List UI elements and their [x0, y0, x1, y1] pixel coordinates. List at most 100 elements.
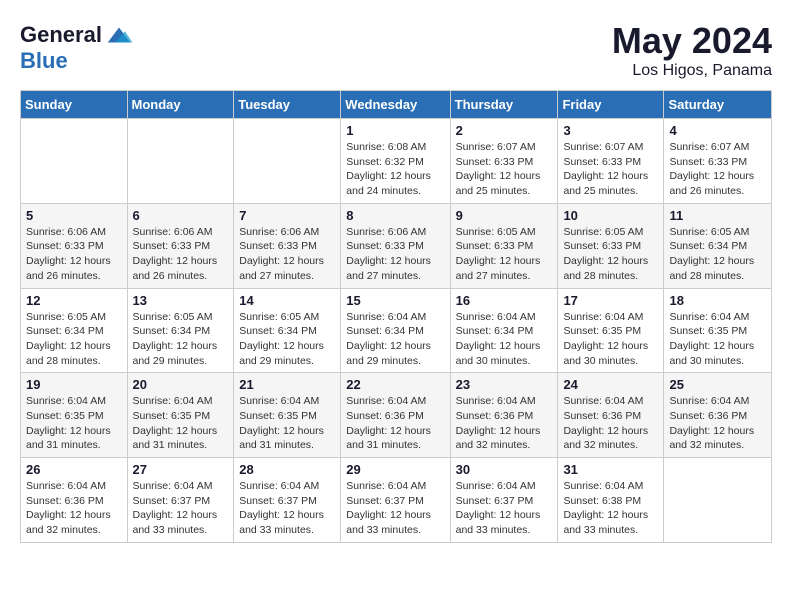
day-info: Sunrise: 6:04 AM Sunset: 6:36 PM Dayligh… — [669, 394, 766, 453]
calendar-cell: 16 Sunrise: 6:04 AM Sunset: 6:34 PM Dayli… — [450, 288, 558, 373]
weekday-header: Saturday — [664, 91, 772, 119]
day-number: 6 — [133, 208, 229, 223]
day-info: Sunrise: 6:04 AM Sunset: 6:35 PM Dayligh… — [239, 394, 335, 453]
calendar-cell: 20Sunrise: 6:04 AM Sunset: 6:35 PM Dayli… — [127, 373, 234, 458]
calendar-cell: 15 Sunrise: 6:04 AM Sunset: 6:34 PM Dayli… — [341, 288, 450, 373]
calendar-cell: 11 Sunrise: 6:05 AM Sunset: 6:34 PM Dayli… — [664, 203, 772, 288]
weekday-header: Thursday — [450, 91, 558, 119]
day-number: 1 — [346, 123, 444, 138]
calendar-cell: 28Sunrise: 6:04 AM Sunset: 6:37 PM Dayli… — [234, 458, 341, 543]
calendar-cell: 29 Sunrise: 6:04 AM Sunset: 6:37 PM Dayli… — [341, 458, 450, 543]
calendar-cell: 30Sunrise: 6:04 AM Sunset: 6:37 PM Dayli… — [450, 458, 558, 543]
weekday-header: Sunday — [21, 91, 128, 119]
day-number: 9 — [456, 208, 553, 223]
day-number: 23 — [456, 377, 553, 392]
calendar-cell: 10 Sunrise: 6:05 AM Sunset: 6:33 PM Dayli… — [558, 203, 664, 288]
day-info: Sunrise: 6:05 AM Sunset: 6:34 PM Dayligh… — [133, 310, 229, 369]
day-number: 10 — [563, 208, 658, 223]
day-number: 18 — [669, 293, 766, 308]
calendar-cell: 1Sunrise: 6:08 AM Sunset: 6:32 PM Daylig… — [341, 119, 450, 204]
day-info: Sunrise: 6:06 AM Sunset: 6:33 PM Dayligh… — [26, 225, 122, 284]
day-number: 13 — [133, 293, 229, 308]
calendar-cell: 25 Sunrise: 6:04 AM Sunset: 6:36 PM Dayli… — [664, 373, 772, 458]
day-info: Sunrise: 6:05 AM Sunset: 6:34 PM Dayligh… — [669, 225, 766, 284]
calendar-cell: 13 Sunrise: 6:05 AM Sunset: 6:34 PM Dayli… — [127, 288, 234, 373]
calendar-cell: 9 Sunrise: 6:05 AM Sunset: 6:33 PM Daylig… — [450, 203, 558, 288]
day-info: Sunrise: 6:05 AM Sunset: 6:33 PM Dayligh… — [456, 225, 553, 284]
calendar-table: SundayMondayTuesdayWednesdayThursdayFrid… — [20, 90, 772, 543]
day-number: 11 — [669, 208, 766, 223]
calendar-week-row: 1Sunrise: 6:08 AM Sunset: 6:32 PM Daylig… — [21, 119, 772, 204]
day-number: 19 — [26, 377, 122, 392]
calendar-cell: 3 Sunrise: 6:07 AM Sunset: 6:33 PM Daylig… — [558, 119, 664, 204]
calendar-cell: 8 Sunrise: 6:06 AM Sunset: 6:33 PM Daylig… — [341, 203, 450, 288]
day-info: Sunrise: 6:04 AM Sunset: 6:35 PM Dayligh… — [669, 310, 766, 369]
day-info: Sunrise: 6:04 AM Sunset: 6:35 PM Dayligh… — [26, 394, 122, 453]
day-info: Sunrise: 6:04 AM Sunset: 6:35 PM Dayligh… — [563, 310, 658, 369]
day-number: 15 — [346, 293, 444, 308]
day-info: Sunrise: 6:04 AM Sunset: 6:34 PM Dayligh… — [456, 310, 553, 369]
month-title: May 2024 — [612, 20, 772, 62]
day-info: Sunrise: 6:04 AM Sunset: 6:37 PM Dayligh… — [239, 479, 335, 538]
calendar-cell: 12 Sunrise: 6:05 AM Sunset: 6:34 PM Dayli… — [21, 288, 128, 373]
calendar-cell: 17 Sunrise: 6:04 AM Sunset: 6:35 PM Dayli… — [558, 288, 664, 373]
day-info: Sunrise: 6:04 AM Sunset: 6:37 PM Dayligh… — [456, 479, 553, 538]
day-number: 5 — [26, 208, 122, 223]
day-number: 25 — [669, 377, 766, 392]
day-info: Sunrise: 6:05 AM Sunset: 6:34 PM Dayligh… — [26, 310, 122, 369]
title-area: May 2024 Los Higos, Panama — [612, 20, 772, 80]
calendar-cell: 19 Sunrise: 6:04 AM Sunset: 6:35 PM Dayli… — [21, 373, 128, 458]
calendar-cell: 27Sunrise: 6:04 AM Sunset: 6:37 PM Dayli… — [127, 458, 234, 543]
calendar-cell: 18 Sunrise: 6:04 AM Sunset: 6:35 PM Dayli… — [664, 288, 772, 373]
logo-text: General — [20, 24, 102, 46]
calendar-week-row: 12 Sunrise: 6:05 AM Sunset: 6:34 PM Dayli… — [21, 288, 772, 373]
day-info: Sunrise: 6:04 AM Sunset: 6:34 PM Dayligh… — [346, 310, 444, 369]
day-number: 21 — [239, 377, 335, 392]
day-number: 8 — [346, 208, 444, 223]
day-info: Sunrise: 6:07 AM Sunset: 6:33 PM Dayligh… — [456, 140, 553, 199]
day-info: Sunrise: 6:04 AM Sunset: 6:36 PM Dayligh… — [563, 394, 658, 453]
day-number: 14 — [239, 293, 335, 308]
calendar-week-row: 19 Sunrise: 6:04 AM Sunset: 6:35 PM Dayli… — [21, 373, 772, 458]
calendar-cell: 7 Sunrise: 6:06 AM Sunset: 6:33 PM Daylig… — [234, 203, 341, 288]
day-info: Sunrise: 6:06 AM Sunset: 6:33 PM Dayligh… — [133, 225, 229, 284]
calendar-cell: 22 Sunrise: 6:04 AM Sunset: 6:36 PM Dayli… — [341, 373, 450, 458]
day-info: Sunrise: 6:04 AM Sunset: 6:36 PM Dayligh… — [346, 394, 444, 453]
logo-icon — [104, 20, 134, 50]
day-info: Sunrise: 6:05 AM Sunset: 6:34 PM Dayligh… — [239, 310, 335, 369]
calendar-cell: 5 Sunrise: 6:06 AM Sunset: 6:33 PM Daylig… — [21, 203, 128, 288]
calendar-cell — [21, 119, 128, 204]
day-number: 3 — [563, 123, 658, 138]
calendar-cell: 26 Sunrise: 6:04 AM Sunset: 6:36 PM Dayli… — [21, 458, 128, 543]
weekday-header: Monday — [127, 91, 234, 119]
header: General Blue May 2024 Los Higos, Panama — [20, 20, 772, 80]
calendar-cell — [664, 458, 772, 543]
day-info: Sunrise: 6:04 AM Sunset: 6:36 PM Dayligh… — [456, 394, 553, 453]
day-info: Sunrise: 6:05 AM Sunset: 6:33 PM Dayligh… — [563, 225, 658, 284]
day-number: 4 — [669, 123, 766, 138]
day-number: 26 — [26, 462, 122, 477]
day-number: 22 — [346, 377, 444, 392]
calendar-cell — [234, 119, 341, 204]
calendar-cell — [127, 119, 234, 204]
calendar-week-row: 5 Sunrise: 6:06 AM Sunset: 6:33 PM Daylig… — [21, 203, 772, 288]
calendar-cell: 21 Sunrise: 6:04 AM Sunset: 6:35 PM Dayli… — [234, 373, 341, 458]
weekday-header-row: SundayMondayTuesdayWednesdayThursdayFrid… — [21, 91, 772, 119]
day-info: Sunrise: 6:06 AM Sunset: 6:33 PM Dayligh… — [239, 225, 335, 284]
calendar-cell: 14 Sunrise: 6:05 AM Sunset: 6:34 PM Dayli… — [234, 288, 341, 373]
day-info: Sunrise: 6:07 AM Sunset: 6:33 PM Dayligh… — [563, 140, 658, 199]
day-number: 12 — [26, 293, 122, 308]
weekday-header: Friday — [558, 91, 664, 119]
logo: General Blue — [20, 20, 134, 72]
weekday-header: Tuesday — [234, 91, 341, 119]
day-number: 16 — [456, 293, 553, 308]
day-info: Sunrise: 6:06 AM Sunset: 6:33 PM Dayligh… — [346, 225, 444, 284]
day-info: Sunrise: 6:04 AM Sunset: 6:36 PM Dayligh… — [26, 479, 122, 538]
day-number: 29 — [346, 462, 444, 477]
calendar-cell: 31Sunrise: 6:04 AM Sunset: 6:38 PM Dayli… — [558, 458, 664, 543]
day-info: Sunrise: 6:04 AM Sunset: 6:37 PM Dayligh… — [346, 479, 444, 538]
calendar-cell: 2Sunrise: 6:07 AM Sunset: 6:33 PM Daylig… — [450, 119, 558, 204]
day-number: 17 — [563, 293, 658, 308]
calendar-week-row: 26 Sunrise: 6:04 AM Sunset: 6:36 PM Dayli… — [21, 458, 772, 543]
day-number: 7 — [239, 208, 335, 223]
